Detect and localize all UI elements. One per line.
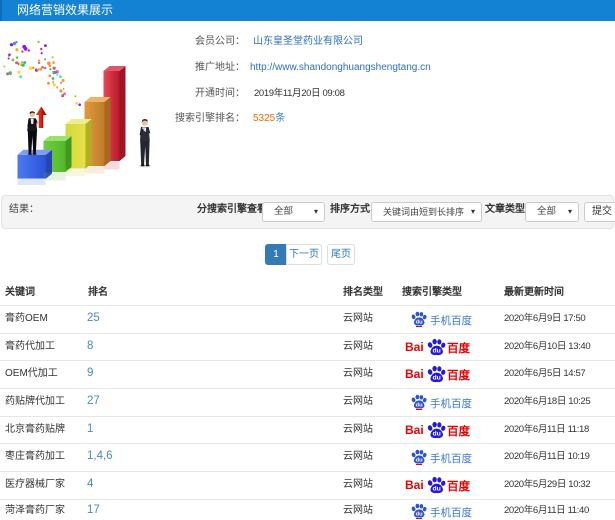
svg-text:du: du bbox=[416, 402, 424, 408]
svg-text:du: du bbox=[416, 457, 424, 463]
svg-text:du: du bbox=[416, 319, 424, 325]
svg-text:du: du bbox=[432, 375, 440, 382]
svg-text:du: du bbox=[416, 511, 424, 517]
svg-text:du: du bbox=[432, 430, 440, 437]
svg-text:du: du bbox=[432, 347, 440, 354]
svg-text:du: du bbox=[432, 486, 440, 493]
